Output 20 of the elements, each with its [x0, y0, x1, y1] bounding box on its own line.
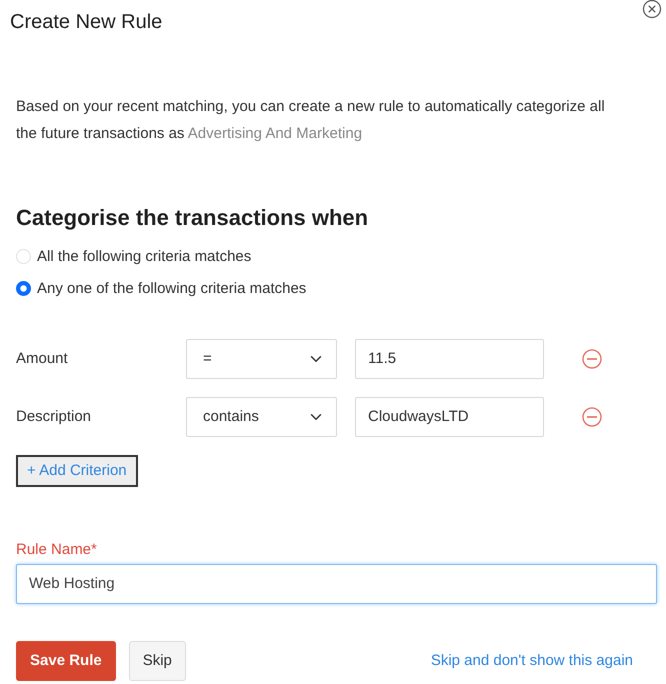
rule-name-label: Rule Name*: [16, 540, 97, 560]
rule-name-field[interactable]: Web Hosting: [16, 564, 657, 604]
description-text: Based on your recent matching, you can create a new rule to automatically categorize all the future transactions as Advertising And Marketing: [16, 96, 606, 144]
radio-button[interactable]: [16, 281, 31, 296]
radio-label: All the following criteria matches: [37, 246, 252, 267]
save-button[interactable]: Save Rule: [16, 640, 116, 681]
dialog-title: Create New Rule: [10, 10, 162, 34]
remove-icon[interactable]: [582, 406, 602, 427]
section-heading: Categorise the transactions when: [16, 204, 368, 231]
value-field[interactable]: 11.5: [355, 338, 544, 379]
field-label: Amount: [16, 350, 68, 367]
field-label: Description: [16, 408, 92, 425]
operator-dropdown[interactable]: =: [186, 338, 337, 379]
value-field[interactable]: CloudwaysLTD: [355, 396, 544, 437]
remove-icon[interactable]: [582, 348, 602, 369]
radio-label: Any one of the following criteria matches: [37, 278, 306, 299]
operator-dropdown[interactable]: contains: [186, 396, 337, 437]
skip-link[interactable]: Skip and don't show this again: [430, 650, 633, 672]
skip-button[interactable]: Skip: [128, 640, 186, 681]
close-button[interactable]: [642, 0, 662, 18]
